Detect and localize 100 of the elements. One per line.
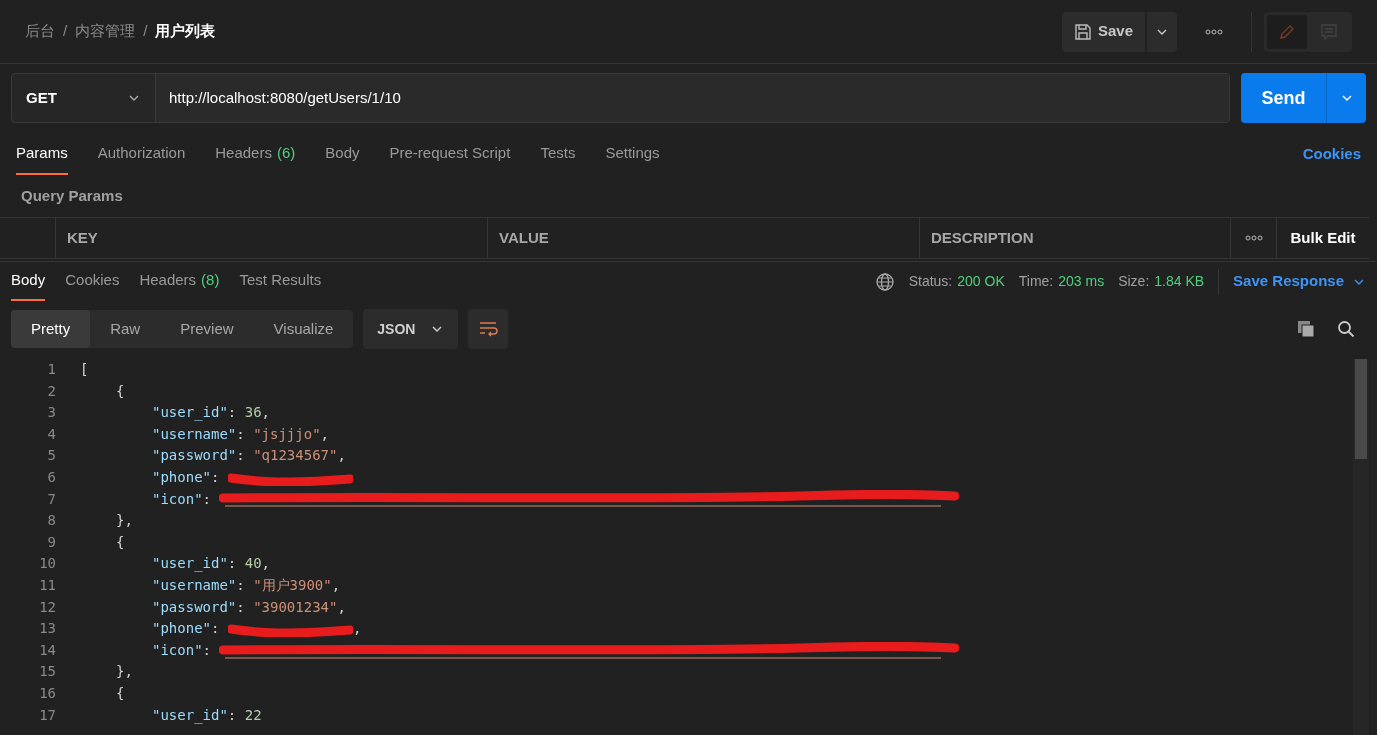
- status-label: Time:: [1018, 272, 1054, 291]
- line-number: 7: [46, 489, 56, 509]
- json-punctuation: :: [236, 597, 246, 617]
- json-key: "password": [152, 445, 237, 467]
- json-punctuation: :: [202, 489, 212, 509]
- json-key: "username": [152, 574, 237, 597]
- line-number: 4: [46, 424, 56, 444]
- request-tab[interactable]: Body: [325, 133, 360, 175]
- line-number: 2: [46, 381, 56, 401]
- json-string: "q1234567": [253, 446, 338, 466]
- status-label: Status:: [908, 272, 953, 291]
- json-punctuation: {: [116, 532, 125, 552]
- more-icon: [1244, 235, 1263, 241]
- search-icon: [1337, 320, 1355, 338]
- json-key: "user_id": [152, 402, 228, 424]
- request-tab[interactable]: Tests: [540, 133, 576, 175]
- line-number: 8: [46, 511, 56, 531]
- more-icon: [1205, 28, 1223, 35]
- status-value: 1.84 KB: [1154, 272, 1205, 291]
- view-mode-tab[interactable]: Preview: [160, 310, 254, 348]
- line-number: 16: [38, 683, 56, 703]
- status-value: 200 OK: [957, 272, 1005, 291]
- line-number: 13: [38, 619, 56, 639]
- line-number: 17: [38, 705, 56, 725]
- json-punctuation: ,: [352, 619, 362, 639]
- json-key: "username": [152, 423, 237, 446]
- json-number: 36: [244, 403, 262, 423]
- request-tab[interactable]: Settings: [605, 133, 660, 175]
- line-number: 3: [46, 403, 56, 423]
- json-key: "user_id": [152, 553, 228, 575]
- line-number: 11: [38, 575, 56, 595]
- request-tab[interactable]: Params: [16, 133, 68, 175]
- line-number: 6: [46, 467, 56, 487]
- request-tab[interactable]: Headers (6): [215, 133, 296, 175]
- json-key: "phone": [152, 618, 211, 640]
- json-punctuation: {: [116, 683, 125, 703]
- response-tab[interactable]: Headers (8): [139, 262, 220, 301]
- json-punctuation: },: [116, 511, 133, 531]
- line-number: 14: [38, 640, 56, 660]
- line-number: 5: [46, 446, 56, 466]
- json-punctuation: ,: [331, 575, 341, 595]
- save-button[interactable]: Save: [1061, 11, 1145, 52]
- json-key: "phone": [152, 466, 211, 489]
- breadcrumb-separator: /: [143, 21, 148, 42]
- json-punctuation: ,: [261, 403, 270, 423]
- breadcrumb-item[interactable]: 内容管理: [75, 20, 136, 43]
- json-key: "password": [152, 596, 237, 619]
- json-punctuation: :: [227, 705, 238, 725]
- json-key: "icon": [152, 639, 203, 662]
- json-punctuation: :: [227, 554, 238, 574]
- view-mode-tab[interactable]: Raw: [90, 310, 161, 348]
- json-key: "user_id": [152, 704, 228, 727]
- breadcrumb-item[interactable]: 后台: [25, 20, 55, 43]
- line-number: 15: [38, 662, 56, 682]
- send-button[interactable]: Send: [1241, 73, 1326, 123]
- save-options-button[interactable]: [1147, 11, 1177, 52]
- column-header: KEY: [56, 218, 488, 258]
- wrap-lines-icon: [478, 321, 499, 337]
- json-punctuation: :: [236, 446, 246, 466]
- line-number: 9: [46, 532, 56, 552]
- line-number: 10: [38, 554, 56, 574]
- json-punctuation: ,: [320, 424, 330, 444]
- line-number: 12: [38, 597, 56, 617]
- json-punctuation: ,: [337, 446, 346, 466]
- edit-button[interactable]: [1267, 14, 1307, 49]
- tab-count: (8): [201, 270, 220, 291]
- wrap-button[interactable]: [468, 309, 509, 349]
- json-number: 40: [244, 554, 262, 574]
- bulk-edit-button[interactable]: Bulk Edit: [1277, 218, 1369, 258]
- json-string: "用户3900": [253, 575, 332, 595]
- comment-icon: [1320, 22, 1338, 41]
- view-mode-tab[interactable]: Pretty: [11, 310, 91, 348]
- response-tab[interactable]: Body: [11, 262, 46, 301]
- status-value: 203 ms: [1058, 272, 1105, 291]
- json-number: 22: [244, 705, 262, 725]
- tab-count: (6): [276, 142, 296, 163]
- status-label: Size:: [1118, 272, 1150, 291]
- request-tab[interactable]: Pre-request Script: [389, 133, 511, 175]
- line-number: 1: [46, 360, 56, 379]
- json-string: "39001234": [253, 597, 338, 617]
- globe-icon: [874, 271, 895, 292]
- section-title: Query Params: [21, 185, 123, 206]
- format-dropdown[interactable]: JSON: [363, 309, 459, 349]
- response-tab[interactable]: Cookies: [65, 262, 120, 301]
- json-punctuation: :: [227, 403, 238, 423]
- json-punctuation: :: [236, 424, 246, 444]
- copy-icon: [1297, 320, 1315, 338]
- column-header: VALUE: [488, 218, 920, 258]
- json-punctuation: :: [202, 640, 212, 660]
- breadcrumb-item[interactable]: 用户列表: [155, 20, 216, 43]
- response-tab[interactable]: Test Results: [239, 262, 322, 301]
- cookies-link[interactable]: Cookies: [1302, 142, 1361, 166]
- request-tab[interactable]: Authorization: [97, 133, 186, 175]
- json-punctuation: :: [211, 619, 221, 639]
- send-options-button[interactable]: [1326, 73, 1366, 123]
- json-punctuation: :: [236, 575, 246, 595]
- json-punctuation: :: [211, 467, 221, 487]
- json-punctuation: ,: [337, 597, 346, 617]
- view-mode-tab[interactable]: Visualize: [253, 310, 354, 348]
- save-response-button[interactable]: Save Response: [1233, 270, 1366, 293]
